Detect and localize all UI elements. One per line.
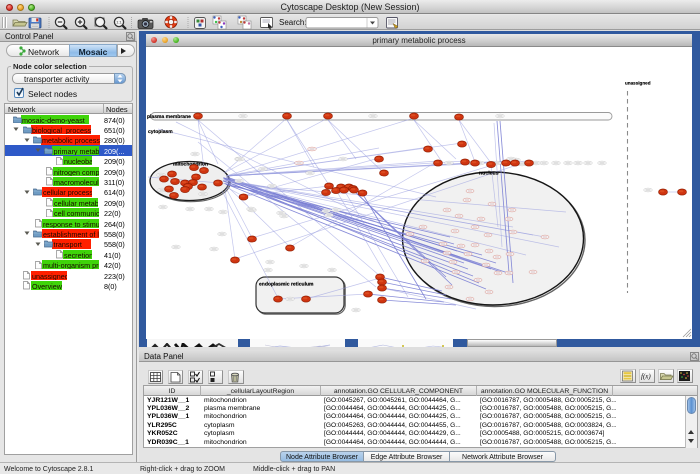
svg-text:1:1: 1:1	[116, 20, 122, 25]
svg-text:f(x): f(x)	[641, 373, 651, 381]
svg-text:Search:: Search:	[279, 18, 307, 27]
svg-text:plasma membrane: plasma membrane	[147, 113, 191, 119]
svg-text:unassigned: unassigned	[625, 80, 651, 85]
svg-text:nucleus: nucleus	[479, 170, 499, 176]
svg-text:endoplasmic reticulum: endoplasmic reticulum	[259, 281, 314, 287]
svg-text:cytoplasm: cytoplasm	[148, 129, 173, 135]
